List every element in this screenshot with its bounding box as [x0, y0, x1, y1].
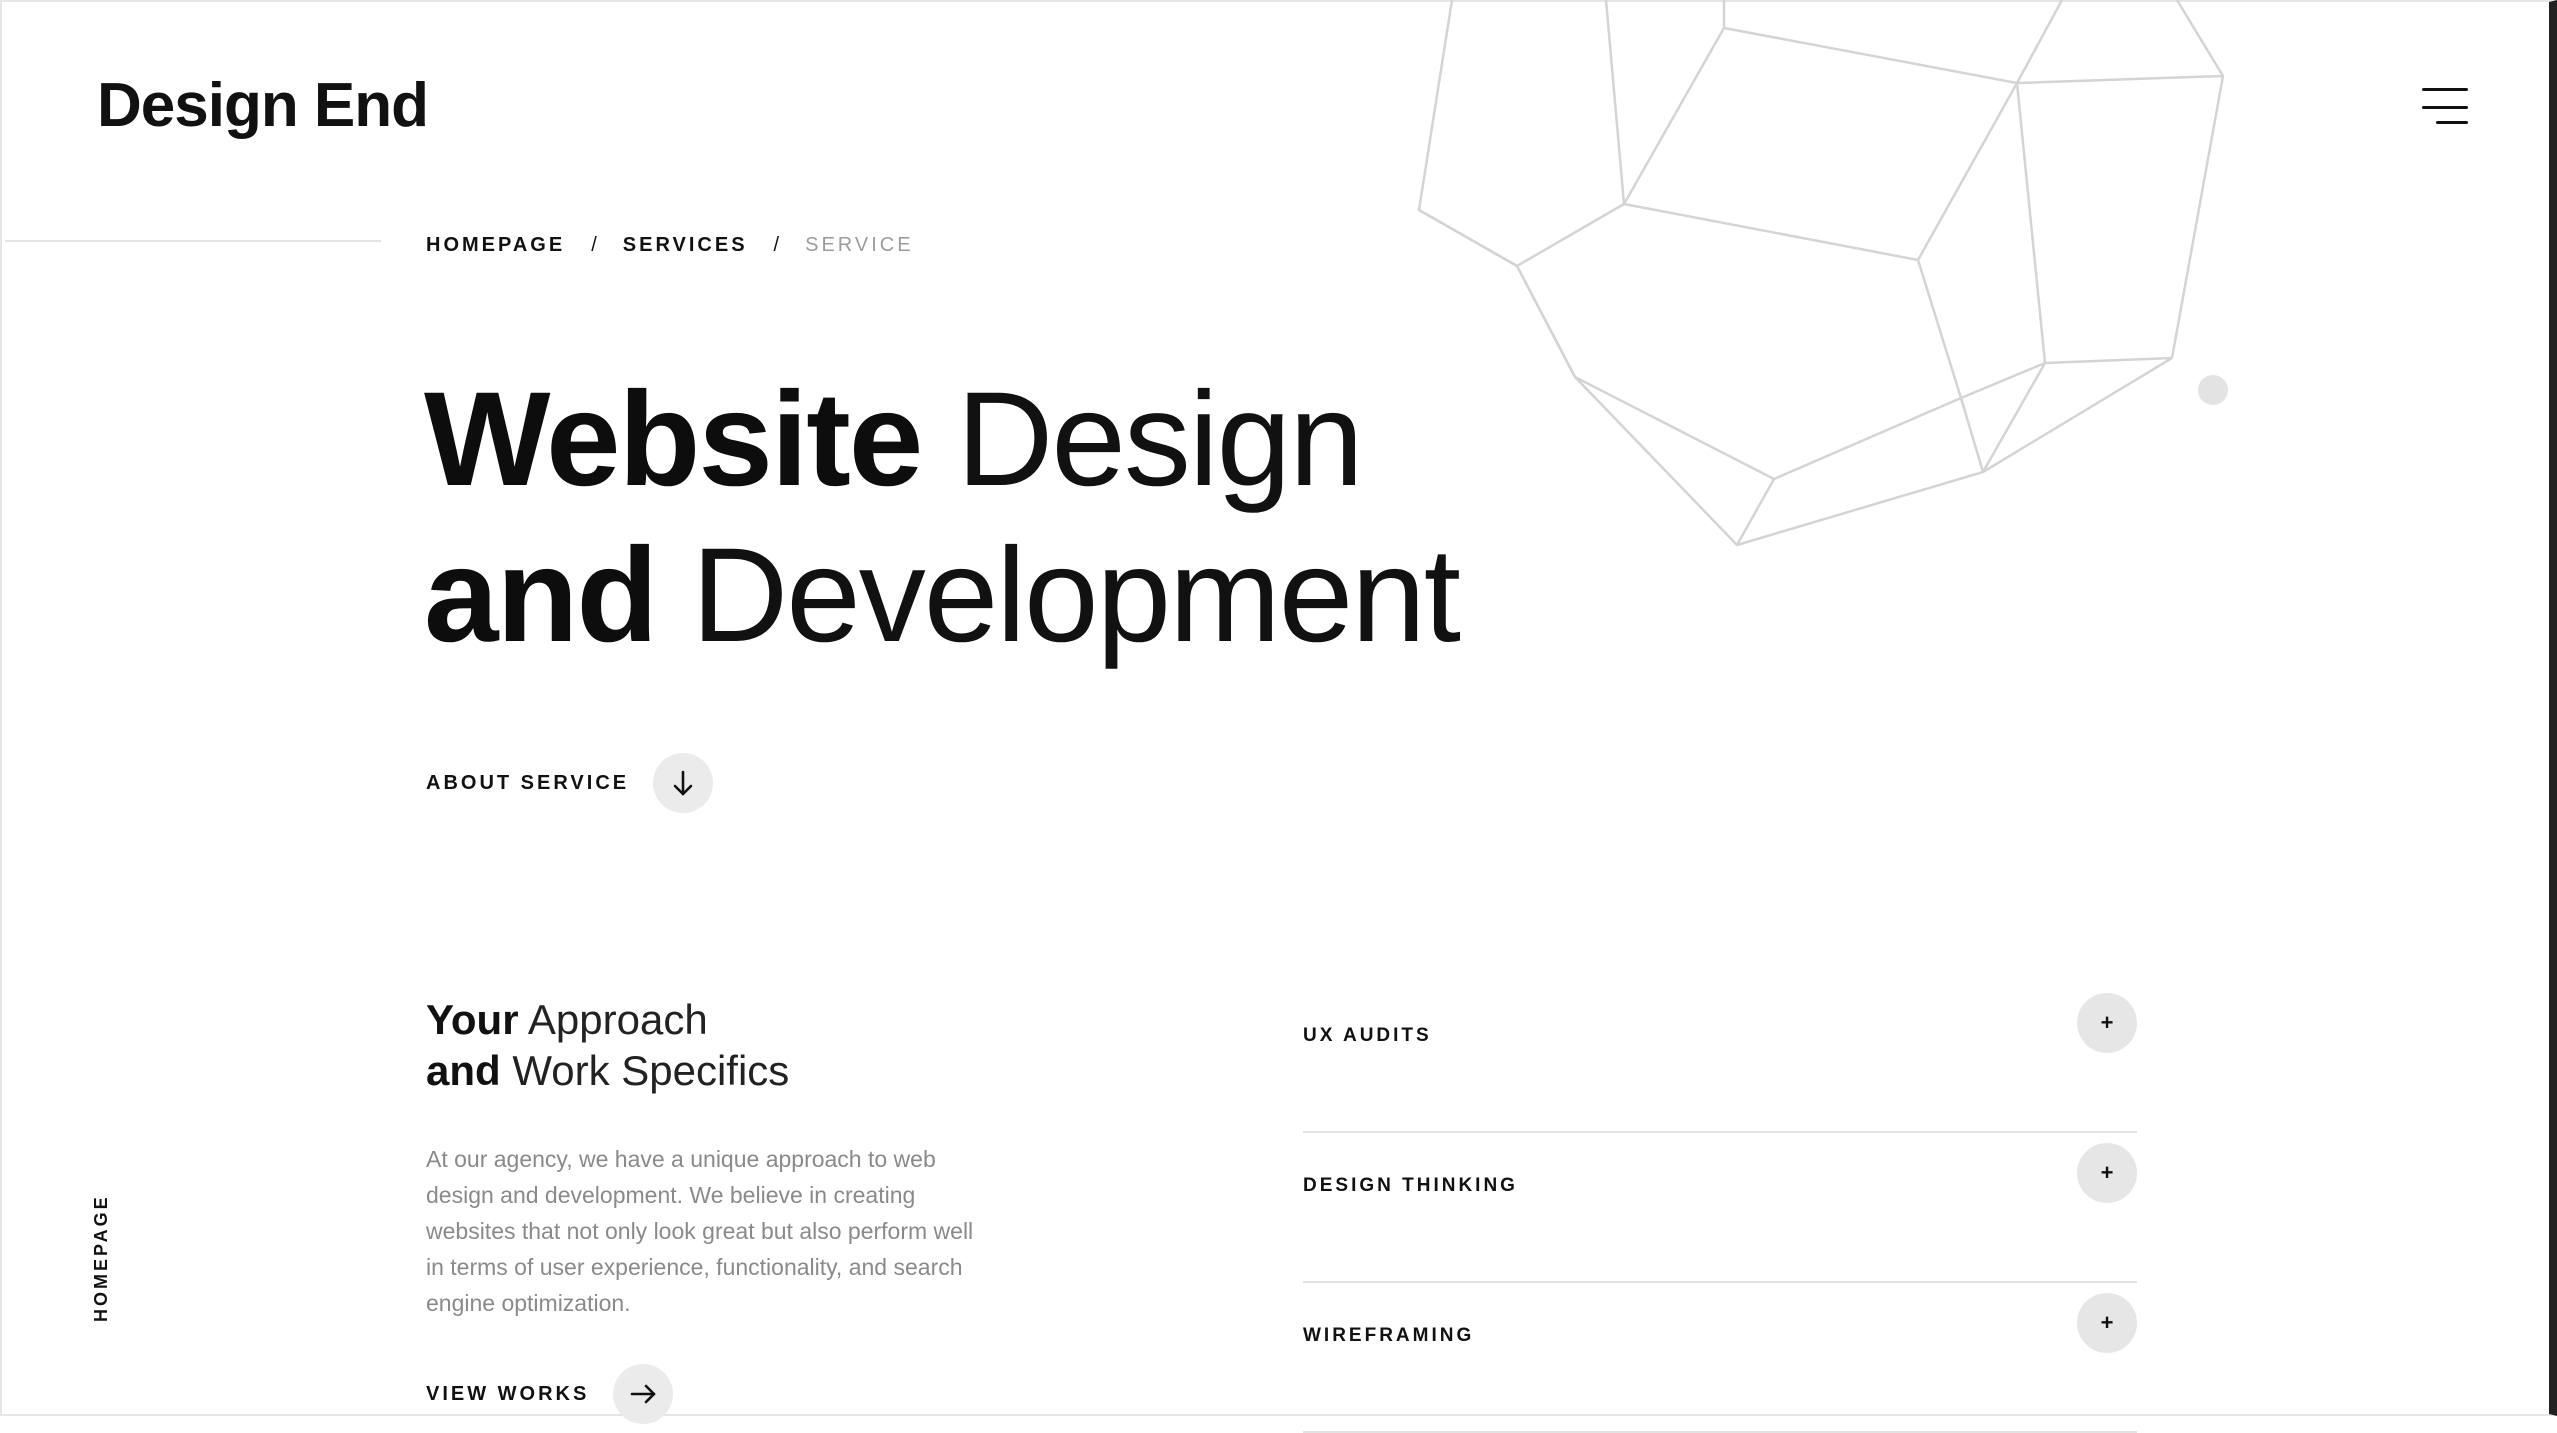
breadcrumb-current: Service	[805, 234, 914, 256]
about-service-label: About Service	[426, 771, 630, 794]
view-works-button[interactable]: View Works	[426, 1364, 674, 1424]
approach-description: At our agency, we have a unique approach…	[426, 1146, 974, 1316]
about-service-button[interactable]: About Service	[426, 753, 714, 813]
side-page-label-text: Homepage	[91, 1194, 111, 1322]
accordion-item-ux-audits[interactable]: UX Audits +	[1303, 983, 2137, 1133]
breadcrumb-homepage[interactable]: Homepage	[426, 234, 565, 257]
brand-logo[interactable]: Design End	[97, 70, 429, 141]
approach-title-thin: Approach	[527, 996, 708, 1043]
accordion-item-wireframing[interactable]: Wireframing +	[1303, 1283, 2137, 1433]
accordion-label: UX Audits	[1303, 1025, 1432, 1046]
accordion-item-design-thinking[interactable]: Design Thinking +	[1303, 1133, 2137, 1283]
services-accordion: UX Audits + Design Thinking + Wireframin…	[1303, 983, 2137, 1433]
view-works-label: View Works	[426, 1382, 590, 1405]
breadcrumb-services[interactable]: Services	[623, 234, 748, 257]
breadcrumb: Homepage / Services / Service	[426, 234, 914, 257]
plus-icon[interactable]: +	[2077, 1293, 2137, 1353]
approach-title-bold: and	[426, 1047, 501, 1094]
approach-title-bold: Your	[426, 996, 519, 1043]
hero-title: Website Design and Development	[424, 362, 1461, 674]
arrow-down-icon[interactable]	[653, 753, 714, 813]
accordion-label: Wireframing	[1303, 1325, 1475, 1346]
approach-title: Your Approach and Work Specifics	[426, 994, 789, 1096]
wireframe-polyhedron-graphic	[1417, 0, 2228, 547]
arrow-right-icon[interactable]	[613, 1364, 674, 1424]
hamburger-menu-icon[interactable]	[2418, 88, 2468, 128]
breadcrumb-separator: /	[591, 234, 597, 256]
breadcrumb-separator: /	[773, 234, 780, 256]
hero-title-thin: Design	[956, 365, 1364, 514]
header-divider	[5, 240, 381, 242]
plus-icon[interactable]: +	[2077, 993, 2137, 1053]
hero-title-bold: and	[424, 521, 658, 670]
hero-title-thin: Development	[691, 521, 1461, 670]
plus-icon[interactable]: +	[2077, 1143, 2137, 1203]
approach-title-thin: Work Specifics	[512, 1047, 790, 1094]
accordion-label: Design Thinking	[1303, 1175, 1518, 1196]
hero-title-bold: Website	[424, 365, 923, 514]
